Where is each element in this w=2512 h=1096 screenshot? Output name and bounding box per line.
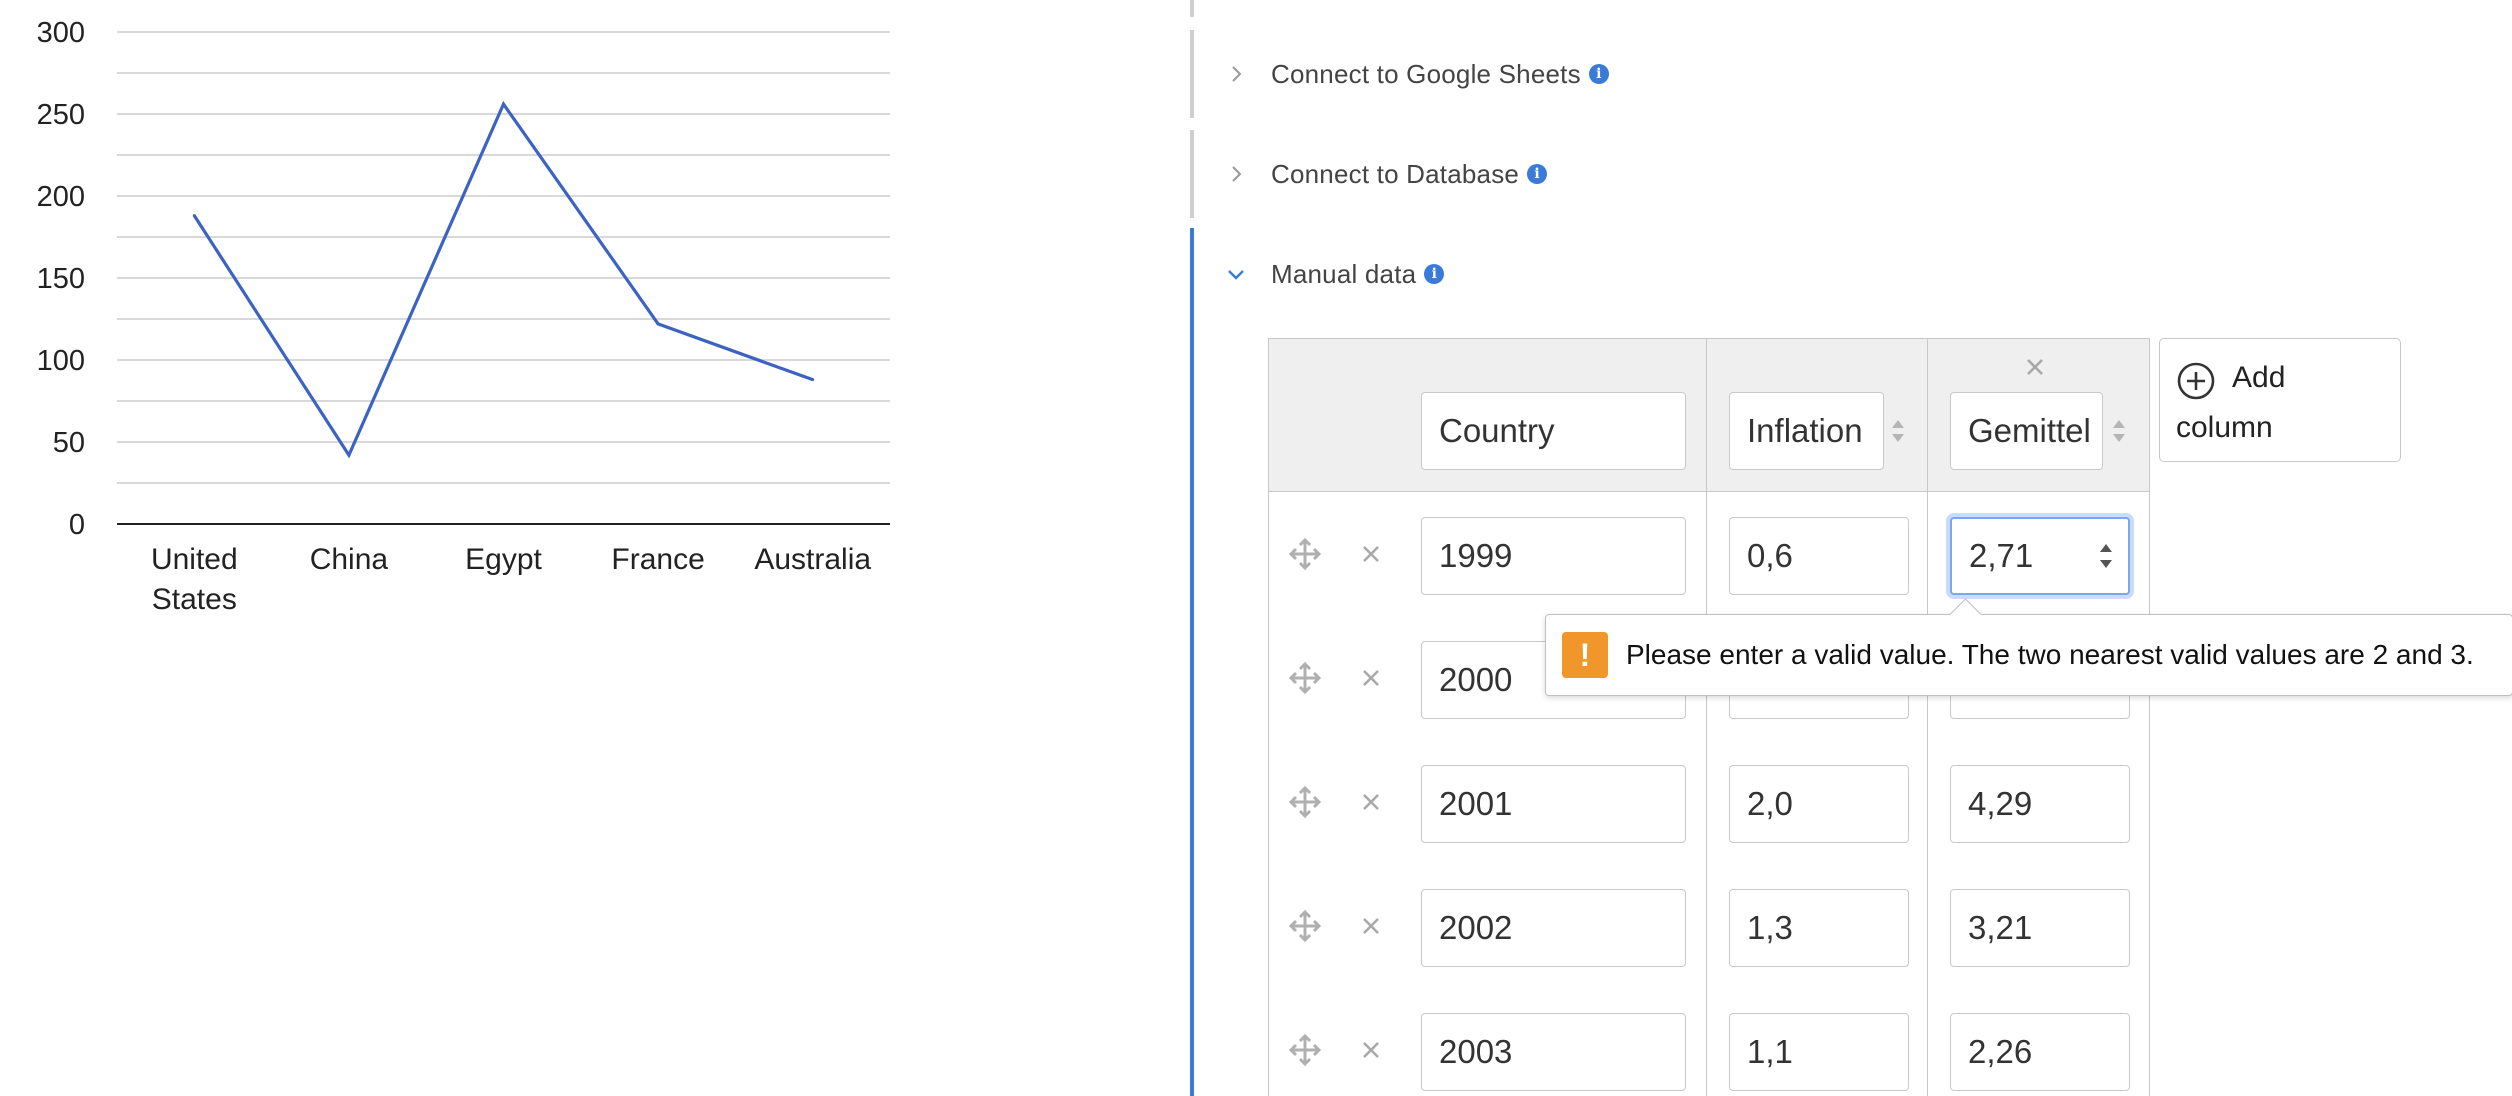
info-icon[interactable]: i bbox=[1527, 164, 1548, 184]
section-title: Connect to Database bbox=[1271, 158, 1520, 189]
table-cell[interactable]: 2,0 bbox=[1729, 765, 1909, 843]
table-cell[interactable]: 0,6 bbox=[1729, 517, 1909, 595]
add-column-button[interactable]: Add column bbox=[2159, 338, 2401, 462]
data-panel: Connect to Google Sheets i Connect to Da… bbox=[1190, 0, 2512, 1096]
section-title: Manual data bbox=[1271, 258, 1417, 289]
table-cell[interactable]: 2001 bbox=[1421, 765, 1686, 843]
remove-row-icon[interactable] bbox=[1360, 1039, 1382, 1061]
data-point bbox=[656, 322, 660, 326]
table-cell[interactable]: 3,21 bbox=[1950, 889, 2130, 967]
chevron-down-icon bbox=[1225, 263, 1247, 285]
y-tick-label: 100 bbox=[37, 345, 85, 377]
active-section-indicator bbox=[1190, 228, 1194, 1096]
y-tick-label: 200 bbox=[37, 181, 85, 213]
warning-icon: ! bbox=[1562, 632, 1608, 678]
add-column-label: Add bbox=[2232, 361, 2286, 394]
remove-row-icon[interactable] bbox=[1360, 543, 1382, 565]
plus-circle-icon bbox=[2177, 362, 2215, 400]
section-divider bbox=[1190, 130, 1194, 218]
add-column-label: column bbox=[2176, 411, 2273, 444]
column-divider bbox=[1706, 338, 1707, 1096]
series-line bbox=[192, 100, 814, 459]
section-divider bbox=[1190, 0, 1194, 17]
y-tick-label: 300 bbox=[37, 17, 85, 49]
table-cell[interactable]: 1999 bbox=[1421, 517, 1686, 595]
remove-row-icon[interactable] bbox=[1360, 667, 1382, 689]
x-tick-label: States bbox=[152, 583, 237, 616]
chevron-right-icon bbox=[1225, 63, 1247, 85]
chevron-right-icon bbox=[1225, 163, 1247, 185]
y-tick-label: 0 bbox=[69, 509, 85, 541]
x-tick-label: France bbox=[611, 543, 704, 576]
section-database[interactable]: Connect to Database i bbox=[1225, 154, 1548, 194]
x-tick-label: United bbox=[151, 543, 238, 576]
y-tick-label: 250 bbox=[37, 99, 85, 131]
data-point bbox=[811, 378, 815, 382]
line-chart: 0 50 100 150 200 250 300 United States China Egypt… bbox=[37, 17, 890, 616]
column-header-inflation[interactable]: Inflation bbox=[1729, 392, 1884, 470]
manual-data-table: Country Inflation Gemittel 1999 0,6 2,71 bbox=[1268, 338, 2152, 1096]
remove-row-icon[interactable] bbox=[1360, 915, 1382, 937]
column-header-country[interactable]: Country bbox=[1421, 392, 1686, 470]
section-google-sheets[interactable]: Connect to Google Sheets i bbox=[1225, 54, 1609, 94]
column-header-gemittel[interactable]: Gemittel bbox=[1950, 392, 2103, 470]
drag-handle-icon[interactable] bbox=[1289, 1034, 1321, 1066]
drag-handle-icon[interactable] bbox=[1289, 538, 1321, 570]
drag-handle-icon[interactable] bbox=[1289, 662, 1321, 694]
y-tick-label: 50 bbox=[53, 427, 85, 459]
data-point bbox=[192, 214, 196, 218]
validation-tooltip: ! Please enter a valid value. The two ne… bbox=[1545, 598, 2512, 696]
drag-handle-icon[interactable] bbox=[1289, 910, 1321, 942]
table-cell[interactable]: 4,29 bbox=[1950, 765, 2130, 843]
y-tick-label: 150 bbox=[37, 263, 85, 295]
drag-handle-icon[interactable] bbox=[1289, 786, 1321, 818]
section-title: Connect to Google Sheets bbox=[1271, 58, 1581, 89]
sort-icon[interactable] bbox=[1890, 417, 1906, 445]
table-cell[interactable]: 2002 bbox=[1421, 889, 1686, 967]
table-cell[interactable]: 2003 bbox=[1421, 1013, 1686, 1091]
column-divider bbox=[1927, 338, 1928, 1096]
number-spinner-icon[interactable] bbox=[2097, 539, 2115, 573]
data-point bbox=[502, 102, 505, 106]
x-tick-label: Egypt bbox=[465, 543, 542, 576]
data-point bbox=[347, 453, 351, 457]
section-manual-data[interactable]: Manual data i bbox=[1225, 254, 1445, 294]
tooltip-message: Please enter a valid value. The two near… bbox=[1626, 639, 2474, 670]
table-cell[interactable]: 1,3 bbox=[1729, 889, 1909, 967]
table-cell[interactable]: 1,1 bbox=[1729, 1013, 1909, 1091]
remove-row-icon[interactable] bbox=[1360, 791, 1382, 813]
info-icon[interactable]: i bbox=[1424, 264, 1445, 284]
x-tick-label: China bbox=[310, 543, 389, 576]
section-divider bbox=[1190, 30, 1194, 118]
remove-column-icon[interactable] bbox=[2024, 356, 2046, 378]
x-tick-label: Australia bbox=[754, 543, 871, 576]
table-cell[interactable]: 2,26 bbox=[1950, 1013, 2130, 1091]
sort-icon[interactable] bbox=[2111, 417, 2127, 445]
info-icon[interactable]: i bbox=[1588, 64, 1609, 84]
